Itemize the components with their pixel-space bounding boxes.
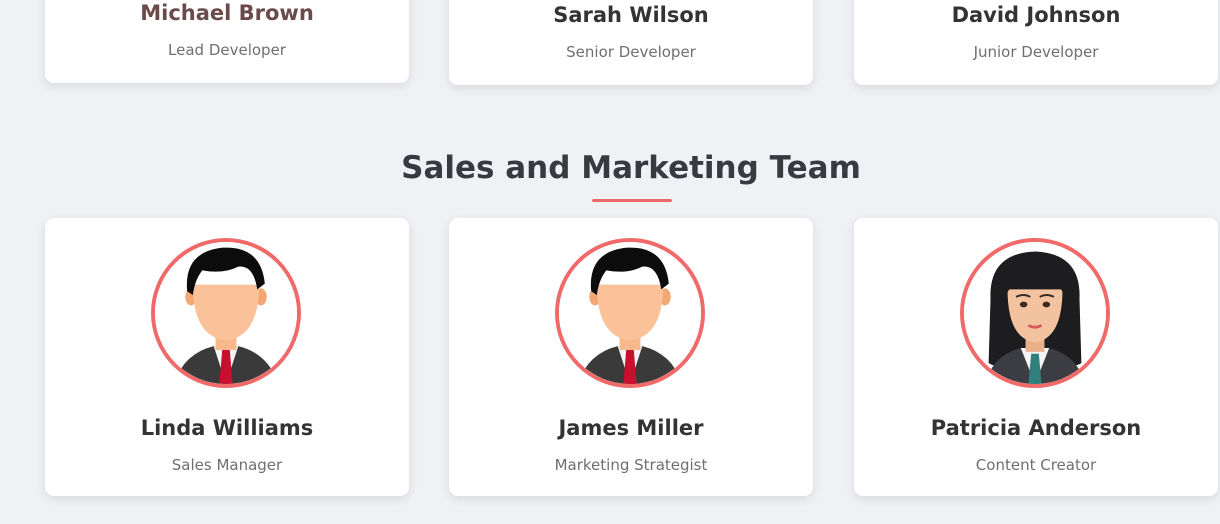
member-name: James Miller bbox=[558, 416, 704, 440]
member-name: Patricia Anderson bbox=[930, 416, 1142, 440]
member-role: Sales Manager bbox=[171, 456, 283, 474]
member-role: Junior Developer bbox=[973, 43, 1099, 61]
team-card[interactable]: Linda Williams Sales Manager bbox=[45, 218, 409, 496]
title-underline bbox=[592, 199, 672, 202]
female-avatar-icon bbox=[960, 238, 1110, 388]
member-role: Lead Developer bbox=[168, 41, 286, 59]
team-card[interactable]: Patricia Anderson Content Creator bbox=[854, 218, 1218, 496]
male-avatar-icon bbox=[151, 238, 301, 388]
member-name: Sarah Wilson bbox=[553, 3, 709, 27]
member-name: David Johnson bbox=[951, 3, 1121, 27]
team-card[interactable]: Sarah Wilson Senior Developer bbox=[449, 0, 813, 85]
team-card[interactable]: Michael Brown Lead Developer bbox=[45, 0, 409, 83]
member-role: Senior Developer bbox=[566, 43, 696, 61]
team-card[interactable]: David Johnson Junior Developer bbox=[854, 0, 1218, 85]
team-page: Michael Brown Lead Developer Sarah Wilso… bbox=[0, 0, 1220, 524]
member-name: Linda Williams bbox=[140, 416, 314, 440]
member-role: Marketing Strategist bbox=[554, 456, 708, 474]
section-title: Sales and Marketing Team bbox=[401, 150, 861, 186]
team-card[interactable]: James Miller Marketing Strategist bbox=[449, 218, 813, 496]
male-avatar-icon bbox=[555, 238, 705, 388]
member-name: Michael Brown bbox=[140, 1, 314, 25]
member-role: Content Creator bbox=[975, 456, 1097, 474]
